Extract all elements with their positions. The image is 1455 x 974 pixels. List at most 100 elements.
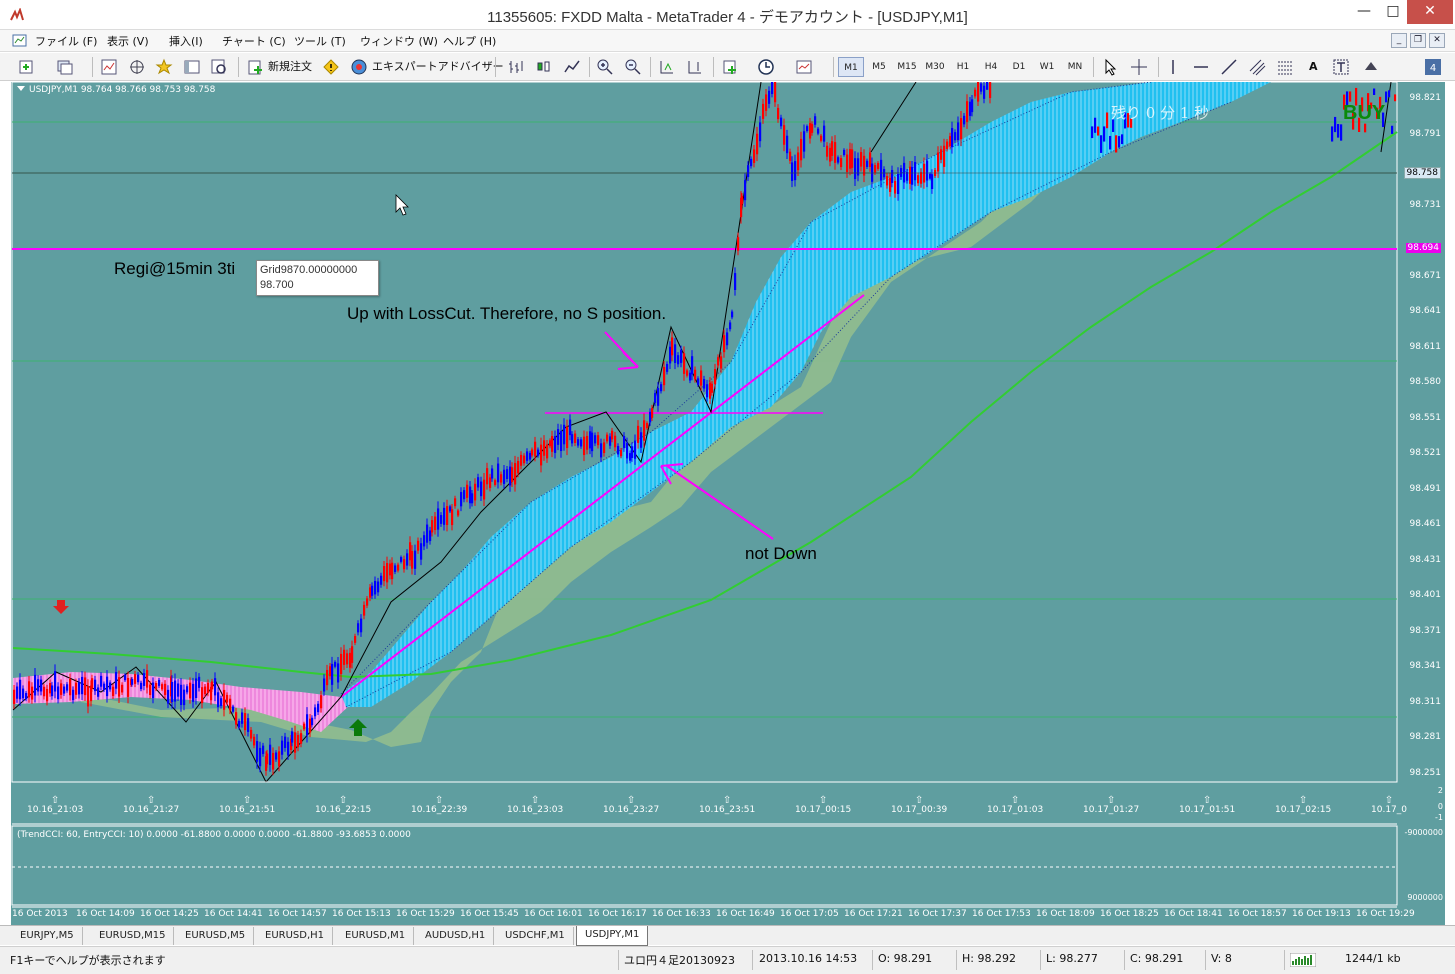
expert-advisor-icon[interactable]	[350, 58, 368, 76]
horizontal-line-icon[interactable]	[1192, 58, 1210, 76]
candle-body	[171, 681, 174, 702]
auto-scroll-icon[interactable]	[658, 58, 676, 76]
line-chart-icon[interactable]	[563, 58, 581, 76]
timeframe-mn-button[interactable]: MN	[1062, 57, 1088, 77]
close-button[interactable]: ✕	[1407, 0, 1453, 24]
profiles-icon[interactable]	[56, 58, 74, 76]
grid-tooltip: Grid9870.00000000 98.700	[256, 260, 379, 296]
expert-advisor-button[interactable]: エキスパートアドバイザー	[372, 57, 504, 77]
minimize-button[interactable]: —	[1349, 0, 1379, 24]
time-axis-label: ⇧ 10.17_02:15	[1275, 795, 1332, 816]
tab-eurjpy-m5[interactable]: EURJPY,M5	[12, 927, 83, 945]
timeframe-m5-button[interactable]: M5	[866, 57, 892, 77]
navigator-icon[interactable]	[128, 58, 146, 76]
candle-body	[78, 682, 81, 695]
timeframe-m30-button[interactable]: M30	[922, 57, 948, 77]
new-order-icon[interactable]	[247, 58, 265, 76]
candle-body	[1340, 124, 1343, 141]
fibonacci-icon[interactable]	[1276, 58, 1294, 76]
chart-shift-icon[interactable]	[686, 58, 704, 76]
candle-body	[551, 436, 554, 452]
text-label-icon[interactable]	[1332, 58, 1350, 76]
alert-icon[interactable]	[322, 58, 340, 76]
equidistant-channel-icon[interactable]	[1248, 58, 1266, 76]
market-watch-icon[interactable]	[100, 58, 118, 76]
annotation-regi[interactable]: Regi@15min 3ti	[114, 259, 235, 279]
menu-tools[interactable]: ツール (T)	[294, 33, 346, 49]
trendline-icon[interactable]	[1220, 58, 1238, 76]
tab-eurusd-m5[interactable]: EURUSD,M5	[177, 927, 255, 945]
annotation-up-losscut[interactable]: Up with LossCut. Therefore, no S positio…	[347, 304, 666, 324]
alerts-counter-icon[interactable]: 4	[1424, 58, 1442, 76]
candle-body	[1118, 136, 1121, 148]
menu-help[interactable]: ヘルプ (H)	[443, 33, 496, 49]
menu-insert[interactable]: 挿入(I)	[169, 33, 203, 49]
chart-window-icon[interactable]	[12, 33, 27, 48]
timeframe-d1-button[interactable]: D1	[1006, 57, 1032, 77]
timeframe-m1-button[interactable]: M1	[838, 57, 864, 77]
templates-icon[interactable]	[795, 58, 813, 76]
indicators-icon[interactable]	[722, 58, 740, 76]
candle-body	[623, 436, 626, 448]
arrows-icon[interactable]	[1362, 58, 1380, 76]
candle-body	[823, 125, 826, 142]
candle-body	[986, 82, 989, 90]
terminal-icon[interactable]	[183, 58, 201, 76]
chart-window[interactable]: USDJPY,M1 98.764 98.766 98.753 98.758 Re…	[11, 82, 1445, 925]
tab-eurusd-h1[interactable]: EURUSD,H1	[257, 927, 334, 945]
new-chart-icon[interactable]	[18, 58, 36, 76]
chart-close-button[interactable]: ✕	[1429, 33, 1445, 48]
bottom-axis-label: 16 Oct 16:01	[524, 909, 583, 919]
candle-body	[686, 370, 689, 376]
candle-body	[360, 618, 363, 633]
menu-file[interactable]: ファイル (F)	[35, 33, 97, 49]
menu-view[interactable]: 表示 (V)	[107, 33, 149, 49]
zoom-out-icon[interactable]	[624, 58, 642, 76]
candle-body	[112, 686, 115, 696]
candle-body	[811, 124, 814, 133]
vertical-line-icon[interactable]	[1164, 58, 1182, 76]
tab-eurusd-m1[interactable]: EURUSD,M1	[337, 927, 415, 945]
menu-window[interactable]: ウィンドウ (W)	[360, 33, 438, 49]
tab-eurusd-m15[interactable]: EURUSD,M15	[91, 927, 175, 945]
timeframe-h4-button[interactable]: H4	[978, 57, 1004, 77]
candle-body	[629, 453, 632, 461]
candle-body	[87, 686, 90, 707]
candle-body	[72, 689, 75, 701]
zoom-in-icon[interactable]	[596, 58, 614, 76]
candle-body	[127, 677, 130, 697]
timeframe-m15-button[interactable]: M15	[894, 57, 920, 77]
candle-body	[786, 135, 789, 154]
strategy-tester-icon[interactable]	[210, 58, 228, 76]
timeframe-w1-button[interactable]: W1	[1034, 57, 1060, 77]
status-profile[interactable]: ユロ円４足20130923	[624, 952, 735, 968]
timeframe-h1-button[interactable]: H1	[950, 57, 976, 77]
time-axis-label: ⇧ 10.17_01:27	[1083, 795, 1140, 816]
candle-body	[543, 440, 546, 456]
candle-body	[759, 122, 762, 142]
bar-chart-icon[interactable]	[507, 58, 525, 76]
candlestick-icon[interactable]	[535, 58, 553, 76]
candle-body	[506, 469, 509, 479]
annotation-not-down[interactable]: not Down	[745, 544, 817, 564]
candle-body	[577, 439, 580, 446]
candle-body	[28, 681, 31, 698]
candle-body	[37, 679, 40, 692]
candle-body	[214, 678, 217, 696]
new-order-button[interactable]: 新規注文	[268, 57, 312, 77]
candle-body	[951, 128, 954, 148]
candle-body	[406, 553, 409, 566]
tab-usdjpy-m1[interactable]: USDJPY,M1	[576, 926, 649, 946]
crosshair-icon[interactable]	[1130, 58, 1148, 76]
chart-minimize-button[interactable]: _	[1391, 33, 1407, 48]
chart-restore-button[interactable]: ❐	[1410, 33, 1426, 48]
text-tool-button[interactable]: A	[1309, 57, 1318, 77]
tab-audusd-h1[interactable]: AUDUSD,H1	[417, 927, 495, 945]
periods-icon[interactable]	[757, 58, 775, 76]
tab-usdchf-m1[interactable]: USDCHF,M1	[497, 927, 574, 945]
favorites-icon[interactable]	[155, 58, 173, 76]
status-high: H: 98.292	[962, 952, 1016, 965]
menu-chart[interactable]: チャート (C)	[222, 33, 286, 49]
cursor-icon[interactable]	[1101, 58, 1119, 76]
maximize-button[interactable]: □	[1378, 0, 1408, 24]
